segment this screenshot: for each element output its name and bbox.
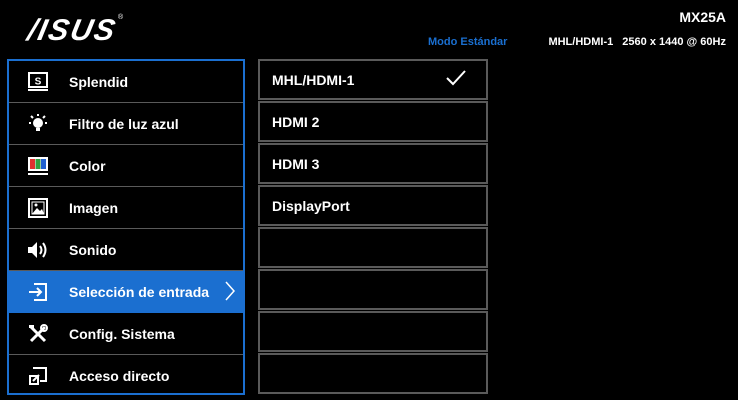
- menu-item-label: Filtro de luz azul: [69, 115, 179, 132]
- menu-item-label: Imagen: [69, 199, 119, 216]
- menu-item-color[interactable]: Color: [9, 145, 243, 187]
- menu-item-splendid[interactable]: S Splendid: [9, 61, 243, 103]
- menu-item-label: Color: [69, 157, 106, 174]
- submenu-item-label: DisplayPort: [272, 197, 350, 214]
- submenu-item-mhl-hdmi-1[interactable]: MHL/HDMI-1: [258, 59, 488, 100]
- check-icon: [446, 70, 466, 91]
- submenu-item-label: HDMI 2: [272, 113, 320, 130]
- svg-text:S: S: [35, 76, 42, 87]
- system-setup-icon: [27, 323, 49, 345]
- model-name: MX25A: [679, 9, 726, 25]
- signal-input: MHL/HDMI-1: [548, 36, 614, 48]
- color-icon: [27, 155, 49, 177]
- menu-item-shortcut[interactable]: Acceso directo: [9, 355, 243, 397]
- registered-mark: ®: [118, 14, 124, 21]
- submenu-item-displayport[interactable]: DisplayPort: [258, 185, 488, 226]
- menu-item-sound[interactable]: Sonido: [9, 229, 243, 271]
- menu-item-label: Splendid: [69, 73, 129, 90]
- main-menu: S Splendid Filtro de luz azul Color Imag…: [7, 59, 245, 395]
- menu-item-label: Selección de entrada: [69, 284, 210, 300]
- blue-light-filter-icon: [27, 113, 49, 135]
- osd-header: /ISUS ® MX25A Modo Estándar MHL/HDMI-1 2…: [0, 0, 738, 53]
- submenu-item-empty: [258, 311, 488, 352]
- shortcut-icon: [27, 365, 49, 387]
- submenu-item-hdmi-3[interactable]: HDMI 3: [258, 143, 488, 184]
- chevron-right-icon: [225, 281, 236, 306]
- image-icon: [27, 197, 49, 219]
- current-mode: Modo Estándar: [428, 36, 508, 48]
- signal-resolution: 2560 x 1440 @ 60Hz: [622, 36, 726, 48]
- signal-info: MHL/HDMI-1 2560 x 1440 @ 60Hz: [548, 36, 726, 48]
- submenu-item-empty: [258, 227, 488, 268]
- menu-item-system-setup[interactable]: Config. Sistema: [9, 313, 243, 355]
- asus-logo: /ISUS: [24, 14, 120, 47]
- splendid-icon: S: [27, 71, 49, 93]
- submenu-item-hdmi-2[interactable]: HDMI 2: [258, 101, 488, 142]
- submenu-item-label: MHL/HDMI-1: [272, 71, 355, 88]
- submenu-item-empty: [258, 353, 488, 394]
- submenu-item-label: HDMI 3: [272, 155, 320, 172]
- input-select-icon: [27, 281, 49, 303]
- menu-item-label: Acceso directo: [69, 368, 170, 384]
- submenu-item-empty: [258, 269, 488, 310]
- menu-item-input-select[interactable]: Selección de entrada: [9, 271, 243, 313]
- input-select-submenu: MHL/HDMI-1 HDMI 2 HDMI 3 DisplayPort: [258, 59, 488, 395]
- menu-item-image[interactable]: Imagen: [9, 187, 243, 229]
- menu-item-blue-light-filter[interactable]: Filtro de luz azul: [9, 103, 243, 145]
- menu-item-label: Config. Sistema: [69, 325, 175, 342]
- menu-item-label: Sonido: [69, 241, 117, 258]
- speaker-icon: [27, 239, 49, 261]
